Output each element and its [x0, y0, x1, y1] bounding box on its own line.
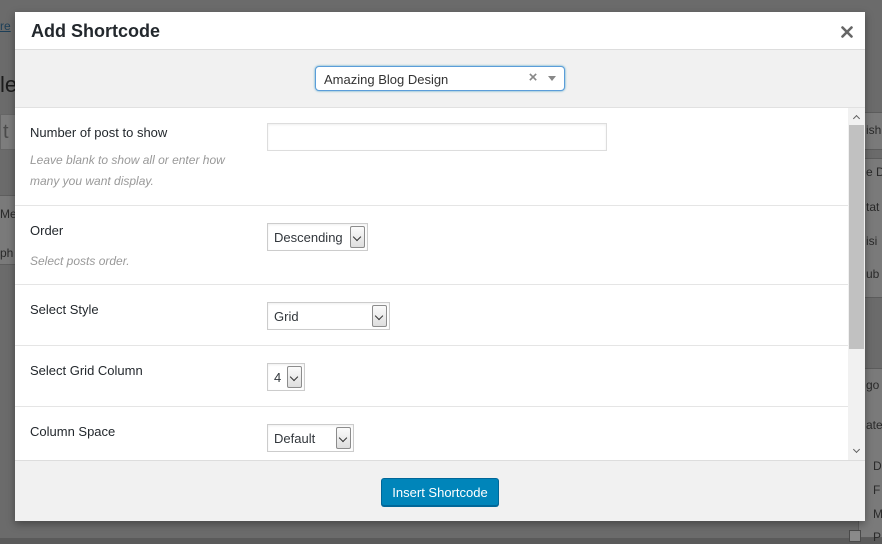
grid-column-select-value: 4	[274, 370, 282, 385]
bg-link-fragment: re	[0, 19, 11, 33]
post-count-label: Number of post to show	[30, 125, 168, 140]
bg-checkbox	[849, 530, 861, 542]
style-select[interactable]: Grid	[267, 302, 390, 330]
grid-column-label: Select Grid Column	[30, 363, 143, 378]
bg-right-fragment: ate	[866, 418, 882, 432]
clear-icon[interactable]: ×	[526, 69, 540, 87]
bg-right-fragment: ub	[866, 267, 880, 281]
bg-title-fragment: t	[3, 121, 9, 143]
bg-right-fragment: P	[873, 530, 882, 544]
bg-right-fragment: M	[873, 507, 882, 521]
scroll-down-icon[interactable]	[852, 447, 861, 456]
option-row-grid-column: Select Grid Column 4	[15, 346, 848, 407]
post-count-help: Leave blank to show all or enter how man…	[30, 153, 225, 188]
column-space-label: Column Space	[30, 424, 116, 439]
chevron-down-icon	[372, 305, 387, 327]
option-row-order: Order Select posts order. Descending	[15, 206, 848, 285]
close-icon	[841, 26, 853, 38]
modal-footer: Insert Shortcode	[15, 460, 865, 521]
bg-right-fragment: isi	[866, 234, 878, 248]
scrollbar-thumb[interactable]	[849, 125, 864, 349]
bg-right-fragment: tat	[866, 200, 880, 214]
scrollbar[interactable]	[848, 108, 865, 460]
modal-title: Add Shortcode	[31, 21, 160, 41]
option-row-style: Select Style Grid	[15, 285, 848, 346]
bg-right-fragment: F	[873, 483, 881, 497]
option-row-column-space: Column Space Default	[15, 407, 848, 460]
chevron-down-icon	[336, 427, 351, 449]
order-select[interactable]: Descending	[267, 223, 368, 251]
bg-title-input: t	[0, 114, 16, 150]
chevron-down-icon	[287, 366, 302, 388]
bg-left-fragment: ph	[0, 246, 14, 260]
style-select-value: Grid	[274, 309, 299, 324]
close-button[interactable]	[835, 18, 859, 42]
option-row-post-count: Number of post to show Leave blank to sh…	[15, 108, 848, 206]
bg-right-fragment: e D	[866, 165, 882, 179]
chevron-down-icon	[350, 226, 365, 248]
bg-right-fragment: go	[866, 378, 880, 392]
bg-right-fragment: D	[873, 459, 882, 473]
design-select[interactable]: Amazing Blog Design ×	[315, 66, 565, 91]
dropdown-arrow-icon	[548, 76, 556, 81]
order-help: Select posts order.	[30, 254, 130, 268]
scroll-up-icon[interactable]	[852, 113, 861, 122]
style-label: Select Style	[30, 302, 99, 317]
column-space-select[interactable]: Default	[267, 424, 354, 452]
order-label: Order	[30, 223, 64, 238]
add-shortcode-modal: Add Shortcode Amazing Blog Design × Numb…	[15, 12, 865, 521]
order-select-value: Descending	[274, 230, 343, 245]
column-space-select-value: Default	[274, 431, 316, 446]
shortcode-options: Number of post to show Leave blank to sh…	[15, 108, 865, 460]
design-picker-bar: Amazing Blog Design ×	[15, 50, 865, 108]
post-count-input[interactable]	[267, 123, 607, 151]
modal-header: Add Shortcode	[15, 12, 865, 50]
grid-column-select[interactable]: 4	[267, 363, 305, 391]
design-select-value: Amazing Blog Design	[324, 72, 449, 87]
bg-right-fragment: ish	[866, 123, 882, 137]
insert-shortcode-button[interactable]: Insert Shortcode	[381, 478, 499, 506]
